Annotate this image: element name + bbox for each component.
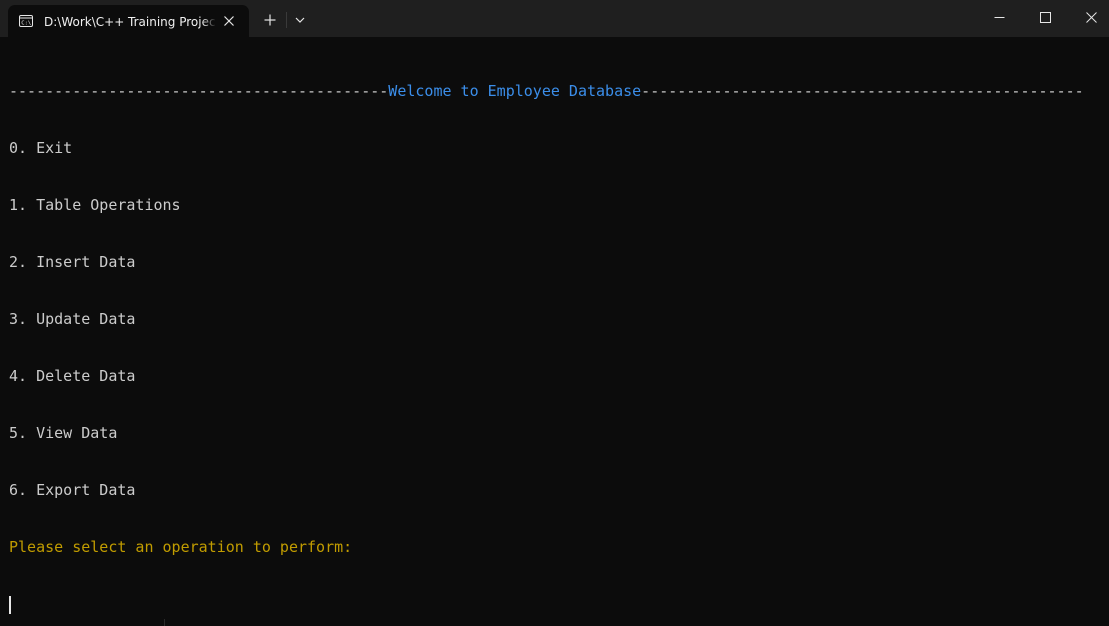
header-line: ----------------------------------------… [9,82,1101,101]
input-prompt: Please select an operation to perform: [9,538,353,556]
header-title: Welcome to Employee Database [388,82,642,100]
close-tab-button[interactable] [219,11,239,31]
menu-option-table-operations: 1. Table Operations [9,196,181,214]
close-icon [1085,11,1097,23]
terminal-icon: C:\ [18,13,34,29]
header-dashes-right: ----------------------------------------… [641,82,1084,100]
header-dashes-left: ----------------------------------------… [9,82,389,100]
text-cursor [9,596,11,614]
minimize-button[interactable] [976,0,1022,34]
maximize-button[interactable] [1022,0,1068,34]
terminal-output[interactable]: ----------------------------------------… [9,44,1101,614]
maximize-icon [1039,11,1051,23]
close-tab-icon [224,16,234,26]
input-line[interactable] [9,595,1101,614]
svg-text:C:\: C:\ [21,21,31,27]
bottom-edge-mark [164,619,165,626]
close-window-button[interactable] [1068,0,1109,34]
menu-option-exit: 0. Exit [9,139,73,157]
minimize-icon [994,16,1004,18]
menu-option-update-data: 3. Update Data [9,310,136,328]
menu-option-insert-data: 2. Insert Data [9,253,136,271]
title-bar[interactable]: C:\ D:\Work\C++ Training Project [0,0,1109,37]
tab-dropdown-button[interactable] [287,8,313,32]
menu-option-export-data: 6. Export Data [9,481,136,499]
menu-option-view-data: 5. View Data [9,424,118,442]
plus-icon [264,14,276,26]
tab-title: D:\Work\C++ Training Project [44,14,216,30]
new-tab-button[interactable] [257,8,283,32]
terminal-tab[interactable]: C:\ D:\Work\C++ Training Project [8,5,249,37]
terminal-window: C:\ D:\Work\C++ Training Project -------… [0,0,1109,626]
menu-option-delete-data: 4. Delete Data [9,367,136,385]
chevron-down-icon [295,17,305,23]
